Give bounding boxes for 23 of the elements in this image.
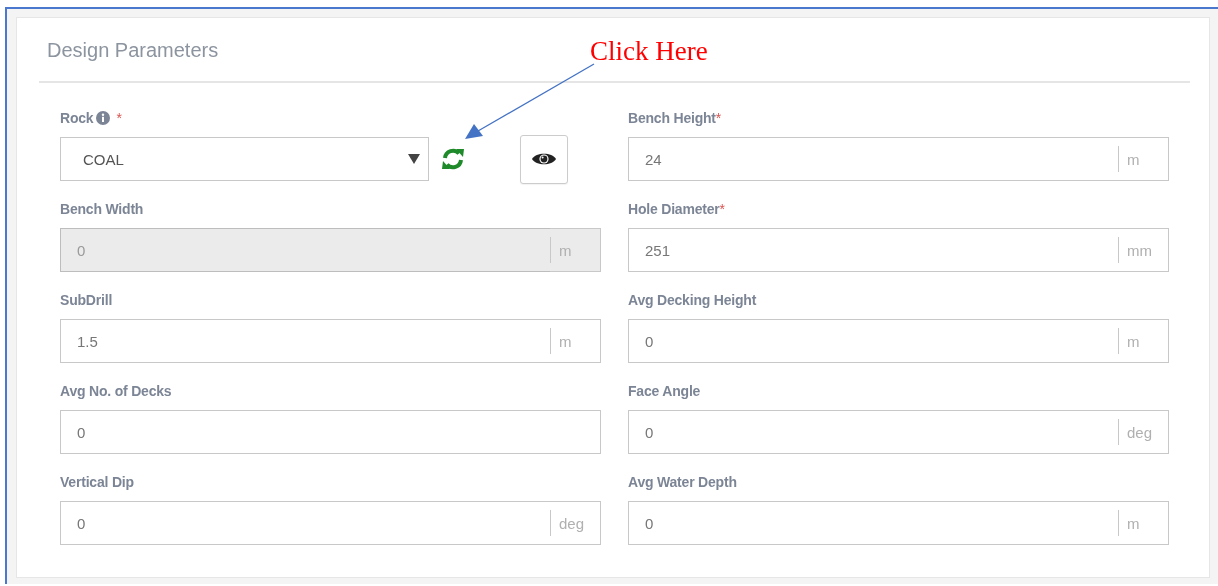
eye-icon [531, 151, 557, 167]
required-mark: * [719, 201, 725, 217]
field-label: Face Angle [628, 383, 701, 399]
unit-label: m [550, 228, 601, 272]
field-label: SubDrill [60, 292, 113, 308]
field-label: Rock [60, 110, 94, 126]
panel-title: Design Parameters [47, 39, 219, 61]
field-label: Avg Decking Height [628, 292, 757, 308]
field-label: Vertical Dip [60, 474, 134, 490]
field-label: Bench Width [60, 201, 144, 217]
input-field[interactable]: 0 [60, 410, 601, 454]
caret-icon [408, 154, 420, 164]
field-label: Bench Height [628, 110, 716, 126]
field-label: Hole Diameter [628, 201, 720, 217]
field-label: Avg No. of Decks [60, 383, 172, 399]
rock-dropdown[interactable]: COAL [60, 137, 429, 181]
required-mark: * [715, 110, 722, 126]
view-button[interactable] [520, 134, 568, 184]
refresh-icon[interactable] [440, 147, 466, 171]
annotation-text: Click Here [590, 36, 708, 67]
field-label: Avg Water Depth [628, 474, 737, 490]
required-mark: * [116, 110, 122, 126]
info-icon[interactable] [96, 111, 111, 125]
